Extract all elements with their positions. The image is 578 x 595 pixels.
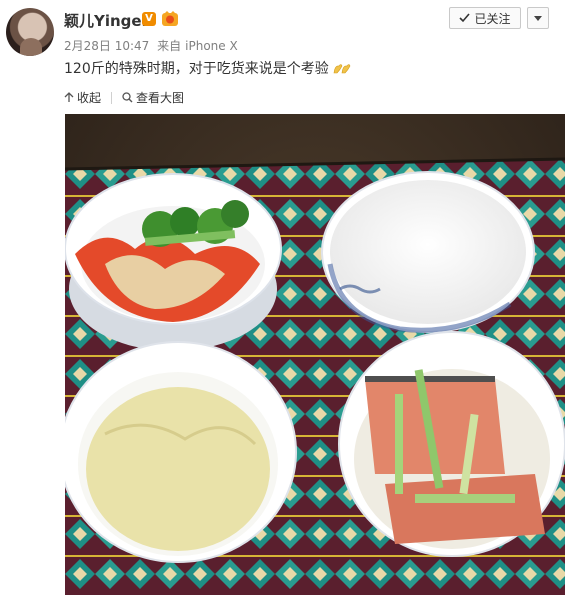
view-large-label: 查看大图 (136, 91, 185, 105)
muscle-emoji-icon (333, 64, 351, 74)
post-meta: 2月28日 10:47 来自 iPhone X (64, 37, 242, 54)
follow-label: 已关注 (474, 11, 511, 26)
verified-icon: V (142, 12, 156, 26)
username-link[interactable]: 颖儿Yinger (64, 10, 149, 31)
collapse-label: 收起 (77, 91, 102, 105)
post-photo[interactable] (65, 114, 565, 595)
view-large-link[interactable]: 查看大图 (122, 89, 184, 106)
more-menu-button[interactable] (527, 7, 549, 29)
check-icon (459, 13, 471, 23)
chevron-down-icon (534, 15, 542, 21)
post-source[interactable]: iPhone X (185, 39, 238, 53)
magnifier-icon (122, 92, 133, 103)
source-prefix: 来自 (157, 39, 182, 53)
post-date[interactable]: 2月28日 10:47 (64, 39, 149, 53)
follow-button[interactable]: 已关注 (449, 7, 521, 29)
divider (111, 91, 113, 104)
image-actions: 收起 查看大图 (64, 89, 184, 106)
collapse-arrow-icon (64, 92, 74, 102)
collapse-link[interactable]: 收起 (64, 89, 101, 106)
avatar[interactable] (6, 8, 54, 56)
member-icon (162, 11, 178, 26)
post-text: 120斤的特殊时期，对于吃货来说是个考验 (64, 58, 351, 78)
post-text-content: 120斤的特殊时期，对于吃货来说是个考验 (64, 61, 329, 77)
